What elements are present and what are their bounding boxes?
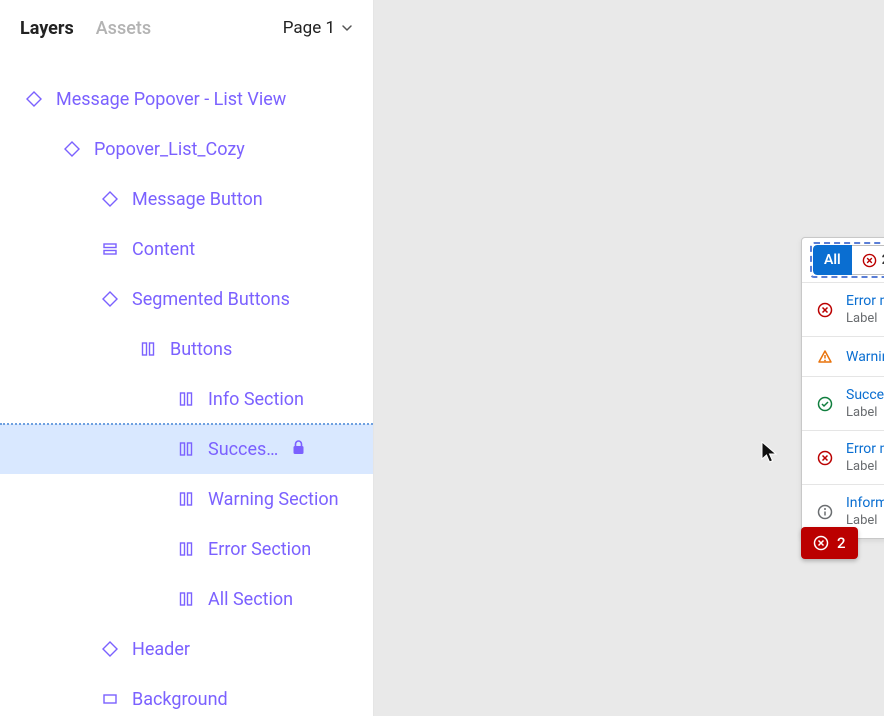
layer-row[interactable]: Segmented Buttons (0, 274, 373, 324)
layer-row[interactable]: Warning Section (0, 474, 373, 524)
layer-rect-icon (100, 691, 120, 707)
error-icon (814, 450, 836, 466)
segment-all-label: All (824, 252, 841, 268)
layer-label: Message Button (132, 189, 263, 210)
page-dropdown[interactable]: Page 1 (283, 18, 353, 38)
message-subtitle: Label (846, 513, 884, 528)
layer-row[interactable]: Info Section (0, 374, 373, 424)
layer-label: Message Popover - List View (56, 89, 286, 110)
layer-label: Header (132, 639, 190, 660)
layer-cols-icon (138, 341, 158, 357)
layer-label: Succes… (208, 439, 278, 460)
layer-row[interactable]: Content (0, 224, 373, 274)
layer-label: Content (132, 239, 195, 260)
layer-rows-icon (100, 241, 120, 257)
tab-assets[interactable]: Assets (96, 18, 151, 39)
message-title: Information message short text (846, 495, 884, 511)
message-row[interactable]: Warning message short text (802, 337, 884, 377)
segmented-buttons: All 2 1 (813, 245, 884, 275)
layer-cols-icon (176, 541, 196, 557)
panel-header: Layers Assets Page 1 (0, 0, 373, 56)
layer-cols-icon (176, 491, 196, 507)
message-row[interactable]: Error message short textLabel1 (802, 283, 884, 337)
success-icon (814, 396, 836, 412)
message-body: Error message short text Label (846, 293, 884, 326)
error-badge-button[interactable]: 2 (801, 527, 858, 559)
message-body: Warning message short text (846, 349, 884, 365)
layer-diamond-icon (62, 141, 82, 157)
layer-label: Info Section (208, 389, 304, 410)
message-popover: All 2 1 (801, 237, 884, 539)
layer-row[interactable]: Message Popover - List View (0, 74, 373, 124)
segment-all[interactable]: All (813, 245, 852, 275)
tab-layers[interactable]: Layers (20, 18, 74, 39)
layer-row[interactable]: All Section (0, 574, 373, 624)
error-icon (813, 535, 829, 551)
layer-label: Background (132, 689, 228, 710)
message-body: Information message short text Label (846, 495, 884, 528)
layer-label: All Section (208, 589, 293, 610)
cursor-icon (760, 440, 782, 468)
layer-row[interactable]: Background (0, 674, 373, 716)
layer-row[interactable]: Message Button (0, 174, 373, 224)
layer-label: Buttons (170, 339, 232, 360)
layer-label: Warning Section (208, 489, 339, 510)
canvas[interactable]: All 2 1 (374, 0, 884, 716)
message-title: Error message short text (846, 441, 884, 457)
message-title: Warning message short text (846, 349, 884, 365)
layer-cols-icon (176, 391, 196, 407)
message-subtitle: Label (846, 311, 884, 326)
layer-row[interactable]: Header (0, 624, 373, 674)
info-icon (814, 504, 836, 520)
lock-icon (292, 439, 305, 460)
error-icon (862, 253, 877, 268)
chevron-down-icon (341, 22, 353, 34)
layer-label: Error Section (208, 539, 311, 560)
warning-icon (814, 349, 836, 365)
message-row[interactable]: Success message short textLabel1 (802, 377, 884, 431)
segmented-buttons-selection: All 2 1 (810, 242, 884, 278)
layer-row[interactable]: Error Section (0, 524, 373, 574)
message-body: Error message short text Label (846, 441, 884, 474)
layer-cols-icon (176, 441, 196, 457)
error-badge-count: 2 (837, 534, 846, 552)
layer-label: Segmented Buttons (132, 289, 290, 310)
panel-tabs: Layers Assets (20, 18, 151, 39)
error-icon (814, 302, 836, 318)
segment-error[interactable]: 2 (852, 245, 884, 275)
layer-row[interactable]: Buttons (0, 324, 373, 374)
page-label: Page 1 (283, 18, 335, 38)
layers-panel: Layers Assets Page 1 Message Popover - L… (0, 0, 374, 716)
layer-row[interactable]: Popover_List_Cozy (0, 124, 373, 174)
message-title: Error message short text (846, 293, 884, 309)
popover-header: All 2 1 (802, 238, 884, 282)
layer-tree[interactable]: Message Popover - List View Popover_List_… (0, 56, 373, 716)
message-subtitle: Label (846, 405, 884, 420)
layer-diamond-icon (100, 191, 120, 207)
layer-row[interactable]: Succes… (0, 424, 373, 474)
layer-label: Popover_List_Cozy (94, 139, 245, 160)
message-title: Success message short text (846, 387, 884, 403)
message-list: Error message short textLabel1Warning me… (802, 282, 884, 538)
message-subtitle: Label (846, 459, 884, 474)
layer-diamond-icon (24, 91, 44, 107)
message-row[interactable]: Error message short textLabel2 (802, 431, 884, 485)
layer-diamond-icon (100, 641, 120, 657)
layer-cols-icon (176, 591, 196, 607)
message-body: Success message short text Label (846, 387, 884, 420)
layer-diamond-icon (100, 291, 120, 307)
